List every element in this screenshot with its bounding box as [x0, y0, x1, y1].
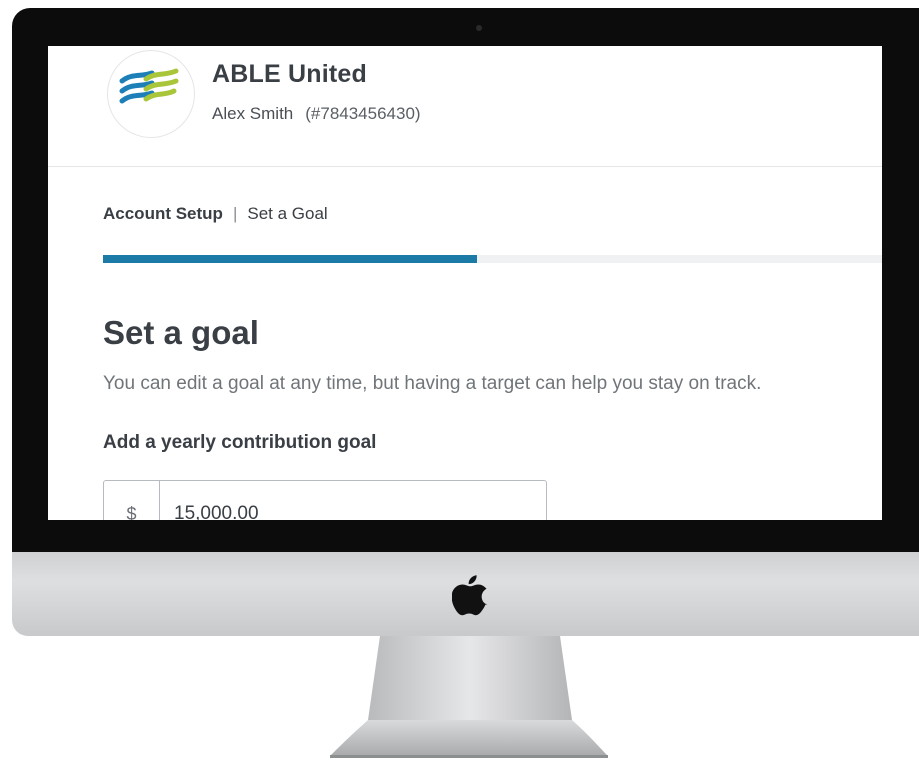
currency-prefix: $ — [104, 481, 160, 520]
monitor-stand — [330, 636, 608, 758]
progress-bar — [103, 255, 882, 263]
app-header: ABLE United Alex Smith (#7843456430) — [48, 46, 882, 167]
page-title: Set a goal — [103, 314, 259, 351]
progress-fill — [103, 255, 477, 263]
user-name: Alex Smith — [212, 104, 294, 123]
breadcrumb: Account Setup | Set a Goal — [103, 204, 328, 224]
contribution-goal-field[interactable]: $ — [103, 480, 547, 520]
account-number: (#7843456430) — [305, 104, 421, 123]
apple-icon — [452, 575, 488, 616]
device-mockup: ABLE United Alex Smith (#7843456430) Acco… — [0, 0, 919, 762]
waves-icon — [119, 68, 179, 104]
breadcrumb-account-setup[interactable]: Account Setup — [103, 204, 223, 223]
screen: ABLE United Alex Smith (#7843456430) Acco… — [48, 46, 882, 520]
able-united-logo — [107, 50, 195, 138]
breadcrumb-separator: | — [232, 204, 238, 223]
org-name: ABLE United — [212, 60, 367, 88]
contribution-goal-label: Add a yearly contribution goal — [103, 432, 377, 453]
account-holder: Alex Smith (#7843456430) — [212, 104, 421, 124]
breadcrumb-set-a-goal: Set a Goal — [247, 204, 328, 223]
page-description: You can edit a goal at any time, but hav… — [103, 373, 762, 394]
contribution-amount-input[interactable] — [174, 481, 534, 520]
camera-dot — [476, 25, 482, 31]
